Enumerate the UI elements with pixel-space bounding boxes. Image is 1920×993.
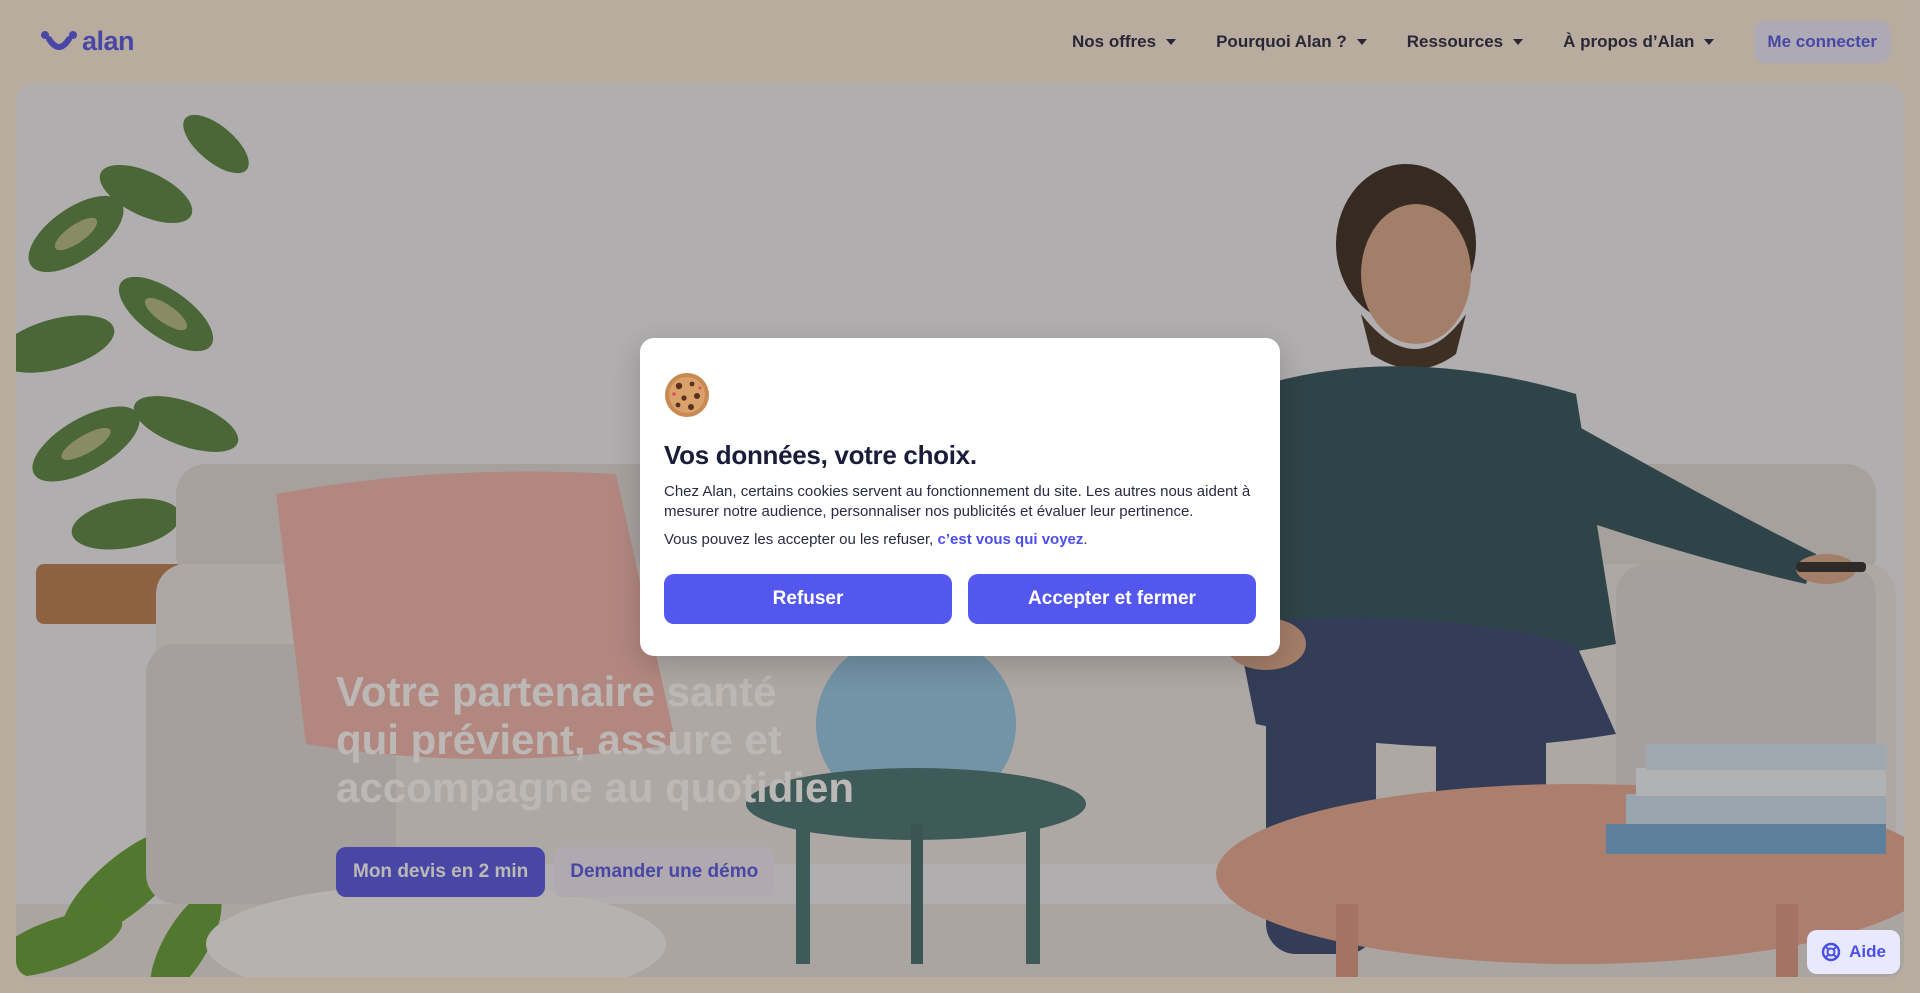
help-label: Aide [1849, 942, 1886, 961]
modal-title: Vos données, votre choix. [664, 440, 977, 470]
cookie-icon [665, 373, 709, 417]
lifebuoy-icon [1821, 942, 1841, 962]
cookie-preferences-link[interactable]: c’est vous qui voyez [938, 531, 1084, 548]
cookie-consent-modal: Vos données, votre choix. Chez Alan, cer… [640, 338, 1280, 656]
modal-description: Chez Alan, certains cookies servent au f… [664, 483, 1251, 520]
choice-text-suffix: . [1083, 531, 1088, 548]
help-button[interactable]: Aide [1807, 930, 1900, 974]
refuse-cookies-button[interactable]: Refuser [664, 574, 952, 624]
modal-choice-text: Vous pouvez les accepter ou les refuser,… [664, 530, 1260, 550]
modal-actions: Refuser Accepter et fermer [664, 574, 1256, 624]
choice-text-prefix: Vous pouvez les accepter ou les refuser, [664, 531, 938, 548]
accept-cookies-button[interactable]: Accepter et fermer [968, 574, 1256, 624]
